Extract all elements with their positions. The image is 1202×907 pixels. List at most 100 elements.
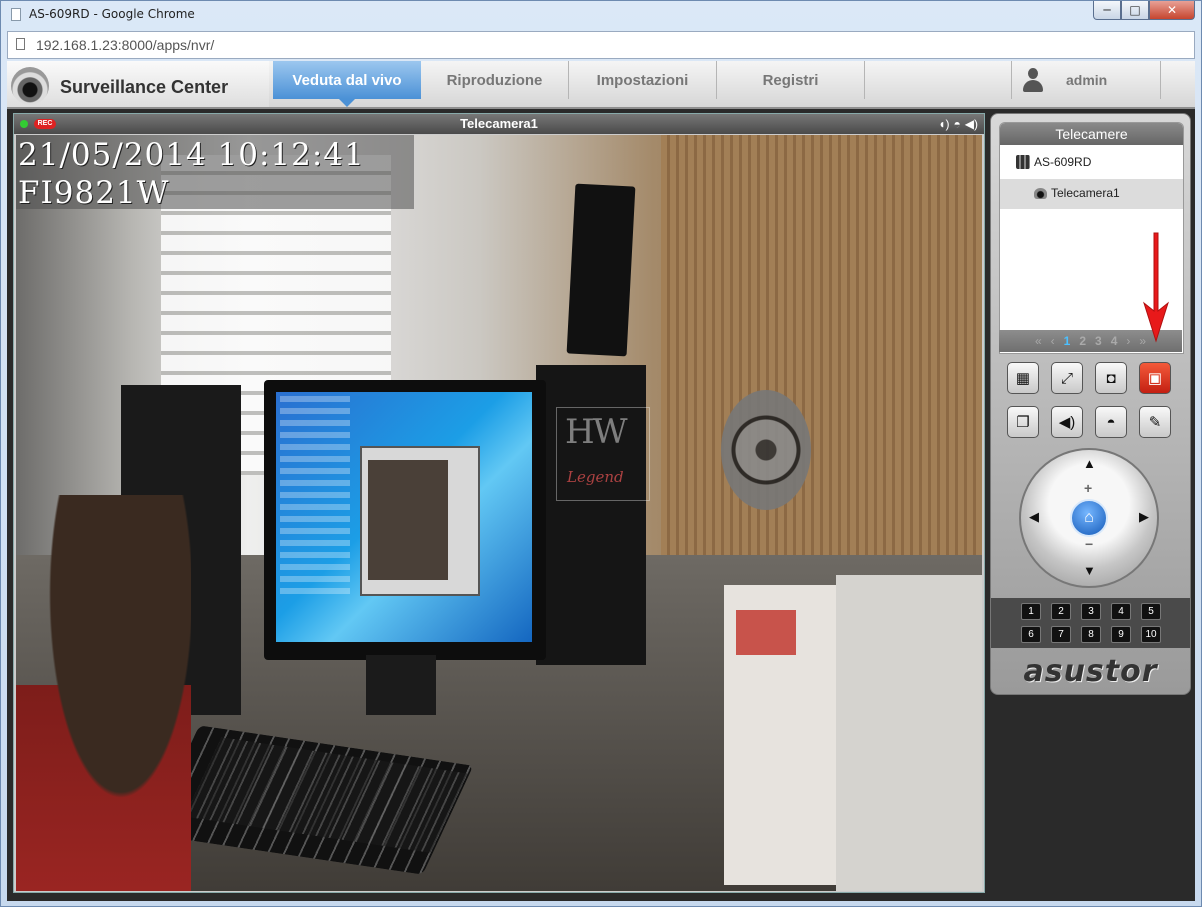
fullscreen-icon: ⤢ <box>1060 369 1073 387</box>
camera-tree-title: Telecamere <box>1000 123 1183 145</box>
camera-icon: ◘ <box>1106 369 1116 387</box>
window-controls: ─ □ ✕ <box>1093 1 1195 21</box>
pager-first-button[interactable]: « <box>1035 334 1042 348</box>
scene-monitor-screen <box>276 392 532 642</box>
snapshot-button[interactable]: ◘ <box>1095 362 1127 394</box>
ptz-home-button[interactable]: ⌂ <box>1070 499 1108 537</box>
pager-next-button[interactable]: › <box>1126 334 1130 348</box>
minimize-button[interactable]: ─ <box>1093 1 1121 20</box>
zoom-in-button[interactable]: + <box>1084 480 1092 496</box>
preset-button-3[interactable]: 3 <box>1081 603 1101 620</box>
pager-page-1[interactable]: 1 <box>1064 334 1071 348</box>
layout-button[interactable]: ▦ <box>1007 362 1039 394</box>
maximize-button[interactable]: □ <box>1121 1 1149 20</box>
camera-list-item[interactable]: Telecamera1 <box>1000 179 1183 209</box>
ptz-left-button[interactable]: ◀ <box>1029 509 1039 525</box>
watermark-logo: HW Legend <box>556 407 650 501</box>
brand-logo: asustor <box>1023 654 1158 689</box>
browser-window: AS-609RD - Google Chrome ─ □ ✕ 192.168.1… <box>0 0 1202 907</box>
ptz-control: ▲ ▼ ◀ ▶ + ⌂ − <box>1019 448 1159 588</box>
tab-live-view[interactable]: Veduta dal vivo <box>273 61 421 107</box>
osd-model: FI9821W <box>18 175 170 211</box>
pager-prev-button[interactable]: ‹ <box>1051 334 1055 348</box>
nvr-icon <box>1016 155 1030 169</box>
scene-monitor <box>264 380 546 660</box>
video-osd: 21/05/2014 10:12:41 FI9821W <box>16 135 414 211</box>
record-icon: ▣ <box>1147 370 1163 387</box>
app-title: Surveillance Center <box>60 77 229 97</box>
sequence-icon: ❐ <box>1016 414 1030 431</box>
scene-fan <box>721 390 811 510</box>
control-panel: Telecamere AS-609RD Telecamera1 « ‹ 1 2 … <box>990 113 1191 695</box>
preset-button-8[interactable]: 8 <box>1081 626 1101 643</box>
tab-playback[interactable]: Riproduzione <box>421 61 569 99</box>
pager-page-3[interactable]: 3 <box>1095 334 1102 348</box>
url-text[interactable]: 192.168.1.23:8000/apps/nvr/ <box>36 37 214 53</box>
dome-camera-icon: ◓ <box>1106 413 1116 431</box>
watermark-sub: Legend <box>567 468 624 486</box>
scene-box-label <box>736 610 796 655</box>
user-name: admin <box>1066 72 1108 88</box>
zoom-out-button[interactable]: − <box>1085 536 1093 552</box>
video-header-icons: ◖) ◓ ◀) <box>938 117 978 131</box>
pager-page-4[interactable]: 4 <box>1111 334 1118 348</box>
scene-screen-window <box>360 446 480 596</box>
ptz-down-button[interactable]: ▼ <box>1083 563 1096 578</box>
camera-title: Telecamera1 <box>460 116 538 131</box>
preset-button-5[interactable]: 5 <box>1141 603 1161 620</box>
close-button[interactable]: ✕ <box>1149 1 1195 20</box>
pager-page-2[interactable]: 2 <box>1079 334 1086 348</box>
audio-button[interactable]: ◀) <box>1051 406 1083 438</box>
speaker-icon[interactable]: ◀) <box>965 117 978 131</box>
preset-button-9[interactable]: 9 <box>1111 626 1131 643</box>
app-logo-area: Surveillance Center <box>7 61 269 107</box>
sequence-button[interactable]: ❐ <box>1007 406 1039 438</box>
nvr-name: AS-609RD <box>1034 155 1092 169</box>
record-button[interactable]: ▣ <box>1139 362 1171 394</box>
camera-logo-icon <box>11 67 49 105</box>
camera-item-content: Telecamera1 <box>1034 186 1120 200</box>
preset-button-1[interactable]: 1 <box>1021 603 1041 620</box>
tab-logs[interactable]: Registri <box>717 61 865 99</box>
home-icon: ⌂ <box>1084 509 1094 526</box>
preset-button-6[interactable]: 6 <box>1021 626 1041 643</box>
page-icon <box>11 8 21 21</box>
preset-button-7[interactable]: 7 <box>1051 626 1071 643</box>
preset-panel: 1 2 3 4 5 6 7 8 9 10 <box>991 598 1190 648</box>
tab-settings[interactable]: Impostazioni <box>569 61 717 99</box>
scene-monitor-stand <box>366 655 436 715</box>
preset-button-2[interactable]: 2 <box>1051 603 1071 620</box>
nvr-node[interactable]: AS-609RD <box>1016 155 1091 169</box>
ptz-right-button[interactable]: ▶ <box>1139 509 1149 525</box>
camera-feed[interactable]: 21/05/2014 10:12:41 FI9821W HW Legend <box>16 135 982 891</box>
top-navigation: Surveillance Center Veduta dal vivo Ripr… <box>7 61 1195 109</box>
camera-icon <box>1034 187 1047 199</box>
video-header: REC Telecamera1 ◖) ◓ ◀) <box>14 114 984 134</box>
surveillance-app: Surveillance Center Veduta dal vivo Ripr… <box>7 61 1195 901</box>
title-bar: AS-609RD - Google Chrome ─ □ ✕ <box>1 1 1201 29</box>
preset-button-10[interactable]: 10 <box>1141 626 1161 643</box>
fullscreen-button[interactable]: ⤢ <box>1051 362 1083 394</box>
preset-button-4[interactable]: 4 <box>1111 603 1131 620</box>
scene-small-monitor <box>566 183 636 357</box>
ptz-up-button[interactable]: ▲ <box>1083 456 1096 471</box>
layout-icon: ▦ <box>1015 370 1031 387</box>
scene-screen-video <box>368 460 448 580</box>
window-title: AS-609RD - Google Chrome <box>29 7 195 21</box>
settings-button[interactable]: ✎ <box>1139 406 1171 438</box>
scene-pc-case <box>836 575 982 891</box>
osd-datetime: 21/05/2014 10:12:41 <box>18 137 365 173</box>
address-bar[interactable]: 192.168.1.23:8000/apps/nvr/ <box>7 31 1195 59</box>
ptz-camera-icon[interactable]: ◓ <box>954 117 961 131</box>
user-icon <box>1022 68 1044 92</box>
main-tabs: Veduta dal vivo Riproduzione Impostazion… <box>273 61 865 107</box>
microphone-icon[interactable]: ◖) <box>938 117 949 131</box>
page-icon <box>16 38 25 50</box>
user-menu[interactable]: admin <box>1011 61 1161 99</box>
wrench-icon: ✎ <box>1148 414 1162 431</box>
ptz-button[interactable]: ◓ <box>1095 406 1127 438</box>
scene-person <box>16 495 191 891</box>
live-video-panel: REC Telecamera1 ◖) ◓ ◀) 21/05/2014 10:12… <box>13 113 985 893</box>
annotation-arrow-icon <box>1143 232 1169 343</box>
camera-item-label: Telecamera1 <box>1051 186 1120 200</box>
